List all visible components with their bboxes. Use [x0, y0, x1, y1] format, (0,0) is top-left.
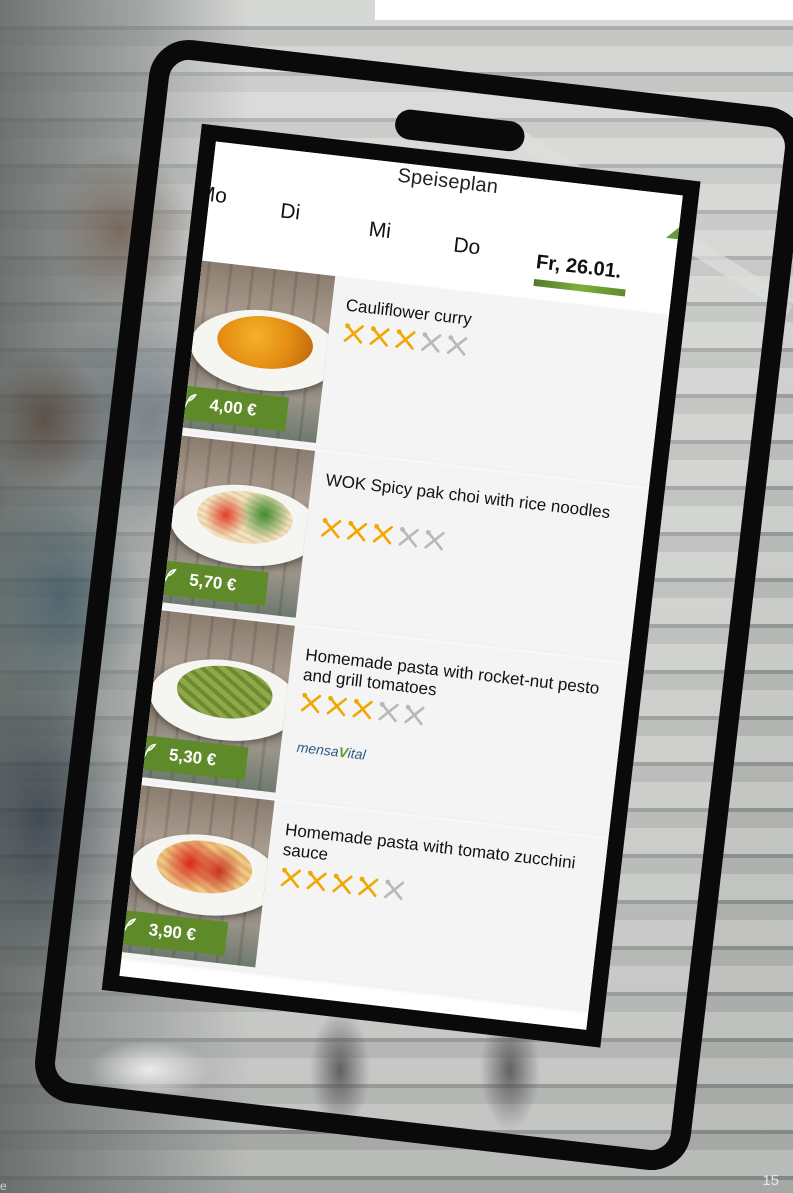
cutlery-icon: [300, 692, 322, 714]
cutlery-icon: [421, 332, 442, 353]
menu-list: 4,00 € Cauliflower curry 5,70 € WOK Spic…: [106, 258, 670, 1011]
cutlery-icon: [383, 879, 405, 901]
cutlery-icon: [280, 867, 301, 889]
leaf-icon: [141, 743, 157, 761]
tab-wednesday[interactable]: Mi: [367, 218, 393, 244]
cutlery-icon: [372, 524, 394, 545]
cutlery-icon: [306, 870, 327, 892]
phone-frame: Speiseplan Mo Di Mi Do Fr, 26.01. 4,00 €…: [30, 35, 793, 1175]
corner-leaf-icon: [665, 219, 686, 240]
cutlery-icon: [395, 329, 416, 350]
phone-screen: Speiseplan Mo Di Mi Do Fr, 26.01. 4,00 €…: [101, 123, 701, 1048]
corner-mark: e: [0, 1179, 7, 1193]
price-label: 5,70 €: [188, 570, 238, 595]
page-number: 15: [762, 1172, 779, 1189]
tab-monday[interactable]: Mo: [196, 182, 229, 209]
cutlery-icon: [343, 323, 364, 344]
cutlery-icon: [398, 527, 419, 548]
cutlery-icon: [358, 876, 379, 898]
cutlery-icon: [321, 518, 342, 539]
cutlery-icon: [326, 695, 347, 717]
cutlery-icon: [346, 521, 368, 542]
tab-friday-active[interactable]: Fr, 26.01.: [535, 251, 623, 284]
white-bar: [375, 0, 793, 20]
cutlery-icon: [352, 698, 373, 720]
cutlery-icon: [369, 326, 390, 347]
cutlery-icon: [424, 530, 445, 551]
rating: [319, 516, 447, 552]
price-label: 4,00 €: [208, 395, 258, 420]
cutlery-icon: [378, 701, 399, 723]
price-label: 3,90 €: [147, 920, 197, 945]
phone-speaker: [393, 108, 527, 153]
tab-tuesday[interactable]: Di: [279, 199, 301, 225]
cutlery-icon: [332, 873, 353, 895]
price-label: 5,30 €: [168, 745, 218, 770]
cutlery-icon: [404, 704, 425, 726]
leaf-icon: [161, 568, 177, 586]
leaf-icon: [182, 393, 197, 411]
mensavital-logo: mensaVital: [295, 738, 367, 763]
cutlery-icon: [446, 335, 468, 356]
leaf-icon: [121, 918, 137, 936]
tab-thursday[interactable]: Do: [452, 234, 481, 261]
